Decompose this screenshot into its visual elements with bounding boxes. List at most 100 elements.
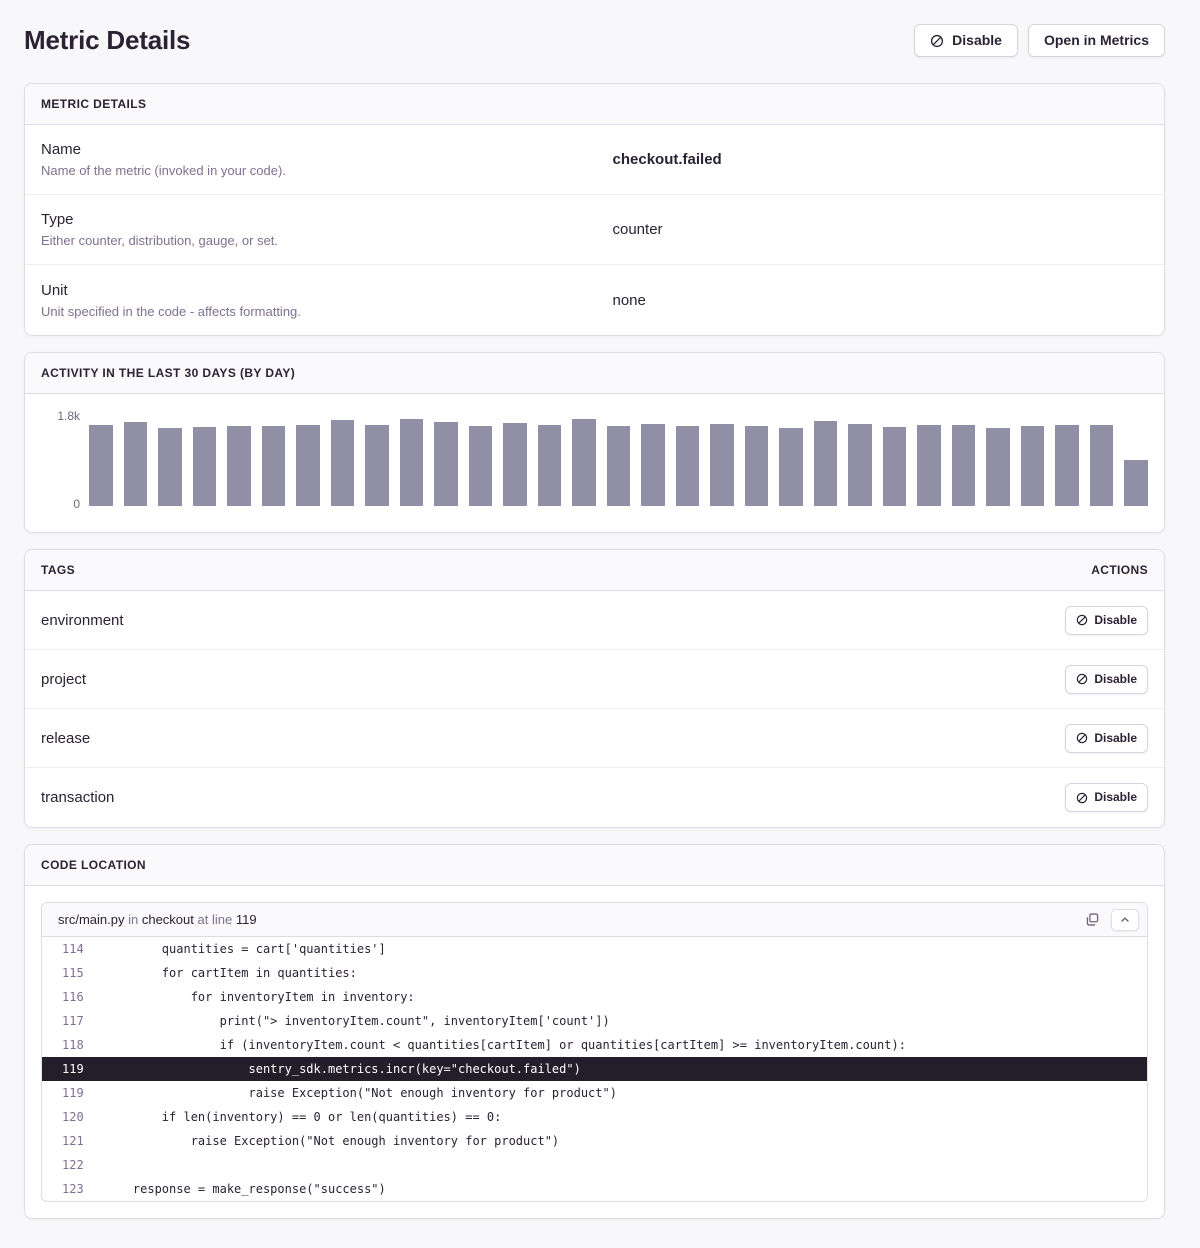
tags-panel: TAGS ACTIONS environment Disable project [24, 549, 1165, 828]
chart-y-axis: 1.8k 0 [41, 414, 89, 506]
code-line: 122 [42, 1153, 1147, 1177]
activity-bar [365, 425, 389, 506]
code-line: 115 for cartItem in quantities: [42, 961, 1147, 985]
code-line-gutter-number: 114 [42, 937, 86, 961]
code-line-number: 119 [236, 912, 257, 927]
metric-detail-row: Unit Unit specified in the code - affect… [25, 265, 1164, 335]
code-line: 120 if len(inventory) == 0 or len(quanti… [42, 1105, 1147, 1129]
tags-header-label: TAGS [41, 563, 75, 577]
tags-panel-header: TAGS ACTIONS [25, 550, 1164, 591]
y-axis-min-label: 0 [73, 497, 80, 511]
metric-detail-label: Type [41, 211, 595, 228]
activity-bar [1124, 460, 1148, 506]
activity-bar [227, 426, 251, 506]
open-in-metrics-label: Open in Metrics [1044, 32, 1149, 49]
code-line-gutter-number: 118 [42, 1033, 86, 1057]
tag-disable-label: Disable [1094, 789, 1137, 806]
metric-detail-value: none [595, 292, 1149, 309]
open-in-metrics-button[interactable]: Open in Metrics [1028, 24, 1165, 57]
activity-bar [986, 428, 1010, 506]
disable-button[interactable]: Disable [914, 24, 1018, 57]
disable-button-label: Disable [952, 32, 1002, 49]
code-location-panel-header: CODE LOCATION [25, 845, 1164, 886]
metric-details-panel-title: METRIC DETAILS [41, 97, 146, 111]
tag-row: project Disable [25, 650, 1164, 709]
activity-bar [1090, 425, 1114, 506]
code-line-gutter-number: 119 [42, 1081, 86, 1105]
code-line-gutter-number: 121 [42, 1129, 86, 1153]
code-frame-header: src/main.py in checkout at line 119 [42, 903, 1147, 937]
metric-details-panel-header: METRIC DETAILS [25, 84, 1164, 125]
no-entry-icon [1076, 732, 1088, 744]
activity-bar [89, 425, 113, 506]
code-line: 116 for inventoryItem in inventory: [42, 985, 1147, 1009]
activity-bar [296, 425, 320, 506]
code-line-source: if len(inventory) == 0 or len(quantities… [86, 1105, 501, 1129]
copy-button[interactable] [1082, 909, 1103, 930]
code-line-gutter-number: 123 [42, 1177, 86, 1201]
activity-bar [917, 425, 941, 506]
metric-detail-value: checkout.failed [595, 151, 1149, 168]
tag-row: release Disable [25, 709, 1164, 768]
activity-bar [469, 426, 493, 506]
no-entry-icon [1076, 792, 1088, 804]
metric-detail-left: Type Either counter, distribution, gauge… [41, 211, 595, 248]
code-line-source: raise Exception("Not enough inventory fo… [86, 1129, 559, 1153]
code-line: 119 raise Exception("Not enough inventor… [42, 1081, 1147, 1105]
activity-bar [572, 419, 596, 506]
code-line-source: quantities = cart['quantities'] [86, 937, 386, 961]
metric-detail-left: Name Name of the metric (invoked in your… [41, 141, 595, 178]
activity-bar [779, 428, 803, 506]
actions-header-label: ACTIONS [1091, 563, 1148, 577]
tag-disable-label: Disable [1094, 671, 1137, 688]
metric-detail-description: Name of the metric (invoked in your code… [41, 163, 595, 178]
metric-detail-left: Unit Unit specified in the code - affect… [41, 282, 595, 319]
metric-detail-row: Type Either counter, distribution, gauge… [25, 195, 1164, 265]
code-line-source: print("> inventoryItem.count", inventory… [86, 1009, 610, 1033]
tag-disable-button[interactable]: Disable [1065, 724, 1148, 753]
code-line: 114 quantities = cart['quantities'] [42, 937, 1147, 961]
tag-disable-label: Disable [1094, 730, 1137, 747]
activity-bar [503, 423, 527, 506]
tag-disable-button[interactable]: Disable [1065, 783, 1148, 812]
metric-details-panel: METRIC DETAILS Name Name of the metric (… [24, 83, 1165, 336]
code-frame-actions [1082, 909, 1139, 931]
page-header: Metric Details Disable Open in Metrics [24, 0, 1165, 83]
activity-bar [193, 427, 217, 506]
code-line-source [86, 1153, 104, 1177]
chevron-up-icon [1119, 914, 1131, 926]
activity-panel-title: ACTIVITY IN THE LAST 30 DAYS (BY DAY) [41, 366, 295, 380]
code-location-panel: CODE LOCATION src/main.py in checkout at… [24, 844, 1165, 1219]
no-entry-icon [1076, 614, 1088, 626]
page-title: Metric Details [24, 25, 190, 56]
no-entry-icon [1076, 673, 1088, 685]
no-entry-icon [930, 34, 944, 48]
copy-icon [1085, 912, 1100, 927]
code-line-source: for inventoryItem in inventory: [86, 985, 415, 1009]
activity-bar [1055, 425, 1079, 506]
activity-bar [745, 426, 769, 506]
collapse-button[interactable] [1111, 909, 1139, 931]
activity-panel: ACTIVITY IN THE LAST 30 DAYS (BY DAY) 1.… [24, 352, 1165, 533]
activity-bar [814, 421, 838, 506]
code-line-gutter-number: 120 [42, 1105, 86, 1129]
tag-row: transaction Disable [25, 768, 1164, 827]
code-location-title: CODE LOCATION [41, 858, 146, 872]
header-actions: Disable Open in Metrics [914, 24, 1165, 57]
activity-panel-header: ACTIVITY IN THE LAST 30 DAYS (BY DAY) [25, 353, 1164, 394]
code-line-gutter-number: 116 [42, 985, 86, 1009]
code-line: 118 if (inventoryItem.count < quantities… [42, 1033, 1147, 1057]
activity-bar [400, 419, 424, 506]
metric-detail-label: Name [41, 141, 595, 158]
activity-bar [158, 428, 182, 506]
tag-disable-button[interactable]: Disable [1065, 606, 1148, 635]
code-in-word: in [128, 912, 138, 927]
metric-details-rows: Name Name of the metric (invoked in your… [25, 125, 1164, 335]
tag-rows: environment Disable project Disable rele… [25, 591, 1164, 827]
activity-bar [641, 424, 665, 506]
activity-bar-chart: 1.8k 0 [25, 394, 1164, 532]
activity-bar [848, 424, 872, 506]
tag-disable-button[interactable]: Disable [1065, 665, 1148, 694]
activity-bar [883, 427, 907, 506]
tag-disable-label: Disable [1094, 612, 1137, 629]
